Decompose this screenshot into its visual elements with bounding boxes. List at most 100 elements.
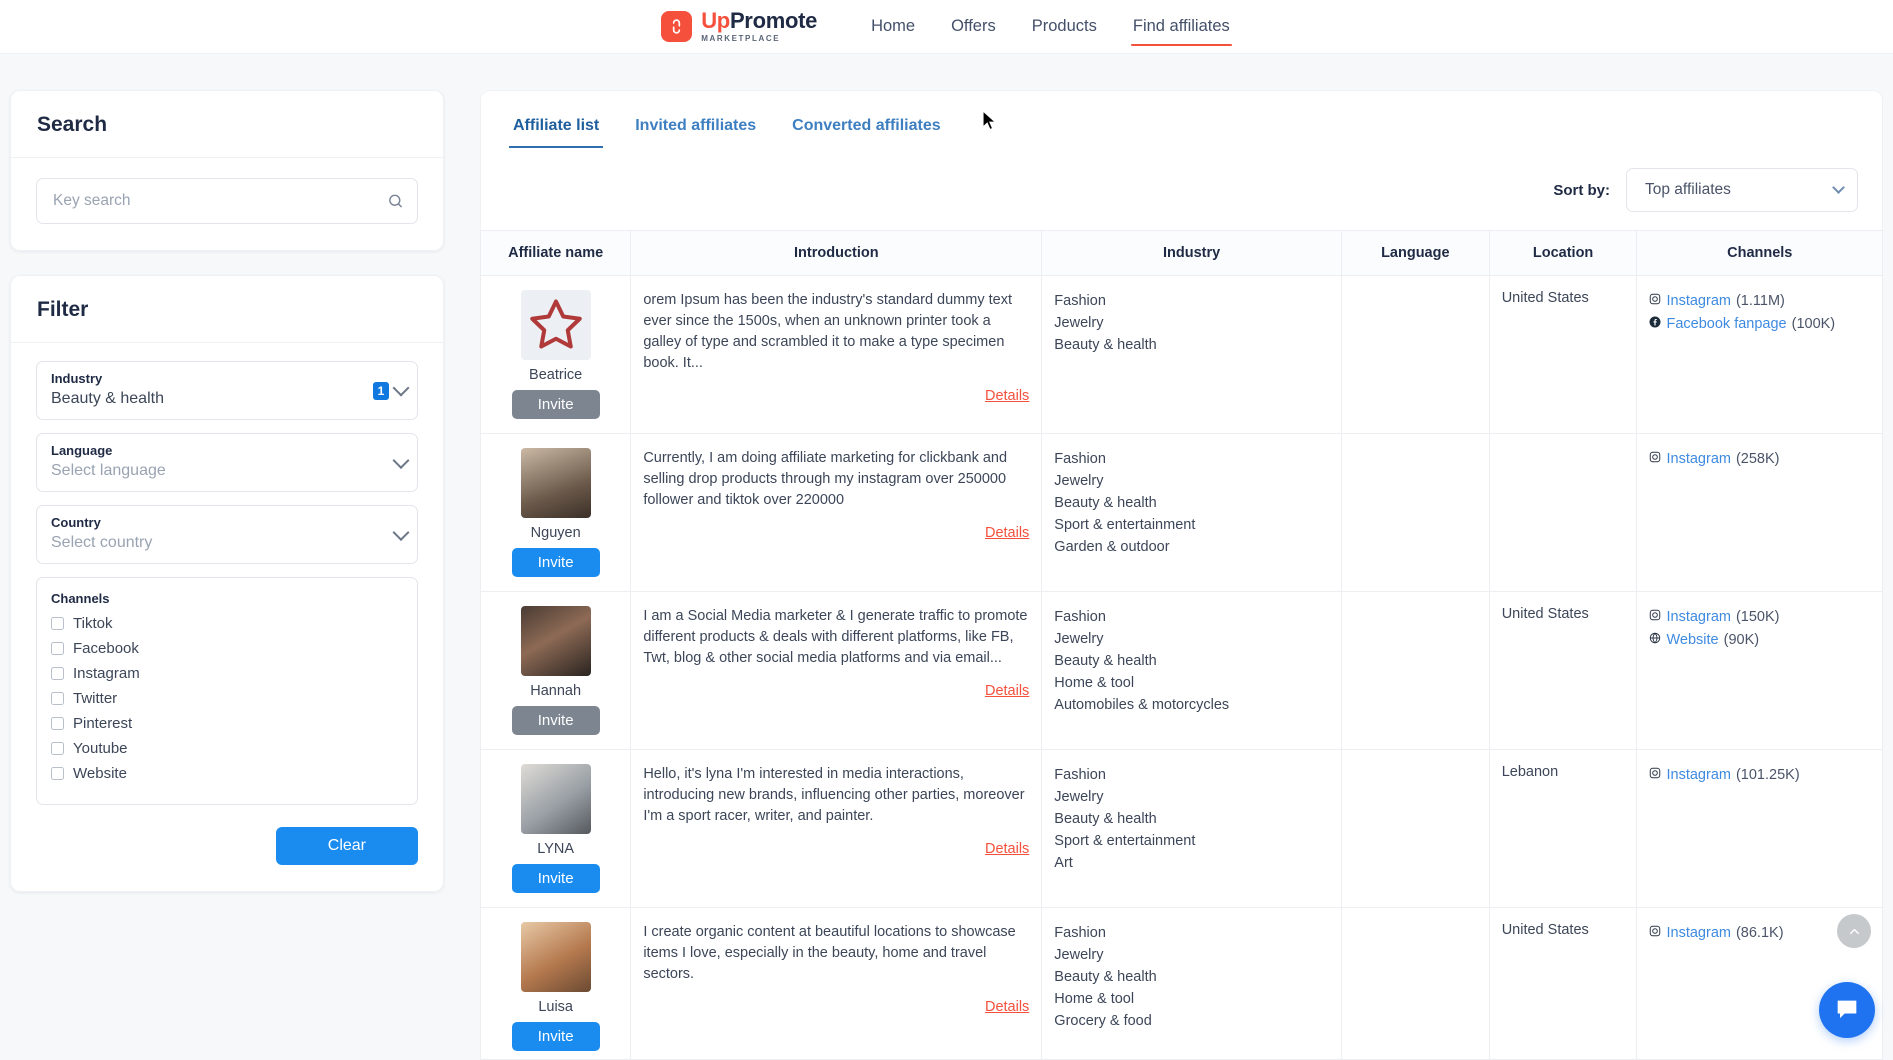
tab-invited-affiliates[interactable]: Invited affiliates [621, 107, 770, 148]
introduction-cell: Currently, I am doing affiliate marketin… [630, 433, 1043, 592]
nav-link-products[interactable]: Products [1030, 3, 1099, 50]
channel-follower-count: (86.1K) [1735, 925, 1784, 941]
affiliate-name-cell: Nguyen Invite [481, 433, 632, 592]
channel-follower-count: (101.25K) [1735, 767, 1800, 783]
nav-link-find-affiliates[interactable]: Find affiliates [1130, 3, 1232, 50]
industry-tag: Jewelry [1054, 631, 1104, 648]
industry-tag: Fashion [1054, 925, 1106, 941]
channel-follower-count: (100K) [1791, 316, 1836, 333]
industry-tag: Garden & outdoor [1054, 539, 1170, 556]
nav-link-home[interactable]: Home [869, 3, 917, 50]
tab-converted-affiliates[interactable]: Converted affiliates [778, 107, 954, 148]
table-row: Hannah Invite I am a Social Media marketer… [481, 591, 1882, 750]
channel-checkbox-label: Twitter [73, 690, 118, 707]
nav-link-offers[interactable]: Offers [949, 3, 998, 50]
channel-checkbox-youtube[interactable]: Youtube [51, 740, 403, 757]
chat-widget-button[interactable] [1819, 982, 1875, 1038]
channel-name[interactable]: Website [1666, 629, 1718, 652]
channel-entry[interactable]: Instagram (101.25K) [1649, 764, 1870, 787]
column-header-industry: Industry [1041, 230, 1342, 276]
channel-name[interactable]: Instagram [1666, 764, 1730, 787]
channel-follower-count: (258K) [1735, 451, 1780, 467]
invite-button[interactable]: Invite [511, 864, 600, 893]
details-link[interactable]: Details [985, 683, 1029, 699]
channel-checkbox-twitter[interactable]: Twitter [51, 690, 403, 707]
filter-channels-list: Tiktok Facebook Instagram Twitter Pinterest Y… [51, 615, 403, 782]
column-header-language: Language [1341, 230, 1490, 276]
channel-checkbox-tiktok[interactable]: Tiktok [51, 615, 403, 632]
instagram-icon [1649, 764, 1661, 787]
invite-button[interactable]: Invite [511, 390, 600, 419]
invite-button[interactable]: Invite [511, 548, 600, 577]
channel-name[interactable]: Instagram [1666, 290, 1730, 313]
details-link[interactable]: Details [985, 841, 1029, 857]
introduction-text: orem Ipsum has been the industry's stand… [643, 292, 1012, 372]
details-link[interactable]: Details [985, 388, 1029, 404]
channel-checkbox-instagram[interactable]: Instagram [51, 665, 403, 682]
filter-channels-label: Channels [51, 591, 110, 606]
introduction-text: I create organic content at beautiful lo… [643, 924, 1016, 983]
channels-cell: Instagram (1.11M) Facebook fanpage (100K) [1636, 275, 1882, 434]
filter-title: Filter [11, 276, 443, 343]
sort-by-label: Sort by: [1553, 181, 1610, 199]
details-link[interactable]: Details [985, 999, 1029, 1015]
invite-button[interactable]: Invite [511, 1022, 600, 1051]
sort-by-select[interactable]: Top affiliates [1626, 168, 1858, 212]
column-header-introduction: Introduction [630, 230, 1043, 276]
instagram-icon [1649, 448, 1661, 471]
affiliate-name-cell: LYNA Invite [481, 749, 632, 908]
industry-cell: Fashion Jewelry Beauty & health Sport & ent… [1041, 433, 1342, 592]
channel-entry[interactable]: Instagram (1.11M) [1649, 290, 1870, 313]
details-link[interactable]: Details [985, 525, 1029, 541]
filter-language-value: Select language [51, 462, 166, 479]
tab-affiliate-list[interactable]: Affiliate list [499, 107, 613, 148]
checkbox-icon[interactable] [51, 692, 64, 705]
channel-checkbox-website[interactable]: Website [51, 765, 403, 782]
checkbox-icon[interactable] [51, 742, 64, 755]
channel-name[interactable]: Facebook fanpage [1666, 313, 1786, 336]
search-icon[interactable] [387, 193, 404, 210]
location-cell [1489, 433, 1638, 592]
table-row: Nguyen Invite Currently, I am doing affili… [481, 433, 1882, 592]
checkbox-icon[interactable] [51, 642, 64, 655]
industry-tag: Sport & entertainment [1054, 833, 1196, 850]
search-input[interactable] [36, 178, 418, 224]
channel-name[interactable]: Instagram [1666, 448, 1730, 471]
chevron-down-icon[interactable] [392, 379, 410, 397]
channel-name[interactable]: Instagram [1666, 922, 1730, 945]
industry-tag: Beauty & health [1054, 337, 1157, 354]
checkbox-icon[interactable] [51, 767, 64, 780]
introduction-text: Hello, it's lyna I'm interested in media… [643, 766, 1025, 825]
affiliate-name: Beatrice [529, 367, 583, 383]
tab-bar: Affiliate list Invited affiliates Conver… [480, 90, 1883, 148]
filter-country[interactable]: Country Select country [36, 505, 418, 564]
industry-tag: Jewelry [1054, 789, 1104, 806]
channel-checkbox-facebook[interactable]: Facebook [51, 640, 403, 657]
checkbox-icon[interactable] [51, 717, 64, 730]
clear-filters-button[interactable]: Clear [275, 827, 418, 865]
affiliate-table-wrapper[interactable]: Affiliate name Introduction Industry Lan… [480, 230, 1883, 1060]
location-cell: Lebanon [1489, 749, 1638, 908]
industry-cell: Fashion Jewelry Beauty & health Home & tool… [1041, 591, 1342, 750]
filter-language[interactable]: Language Select language [36, 433, 418, 492]
industry-tag: Beauty & health [1054, 653, 1157, 670]
channels-cell: Instagram (150K) Website (90K) [1636, 591, 1882, 750]
invite-button[interactable]: Invite [511, 706, 600, 735]
checkbox-icon[interactable] [51, 617, 64, 630]
channel-checkbox-label: Instagram [73, 665, 140, 682]
channel-entry[interactable]: Website (90K) [1649, 629, 1870, 652]
brand-name: UpPromote [701, 8, 818, 33]
filter-industry[interactable]: Industry Beauty & health 1 [36, 361, 418, 420]
scroll-to-top-button[interactable] [1837, 914, 1871, 948]
channel-name[interactable]: Instagram [1666, 606, 1730, 629]
channel-entry[interactable]: Facebook fanpage (100K) [1649, 313, 1870, 336]
channel-checkbox-pinterest[interactable]: Pinterest [51, 715, 403, 732]
chevron-up-icon [1849, 928, 1859, 934]
brand-logo[interactable]: UpPromote MARKETPLACE [661, 10, 817, 43]
avatar [520, 606, 591, 676]
channel-entry[interactable]: Instagram (150K) [1649, 606, 1870, 629]
industry-tag: Sport & entertainment [1054, 517, 1196, 534]
channel-entry[interactable]: Instagram (258K) [1649, 448, 1870, 471]
checkbox-icon[interactable] [51, 667, 64, 680]
location-cell: United States [1489, 591, 1638, 750]
